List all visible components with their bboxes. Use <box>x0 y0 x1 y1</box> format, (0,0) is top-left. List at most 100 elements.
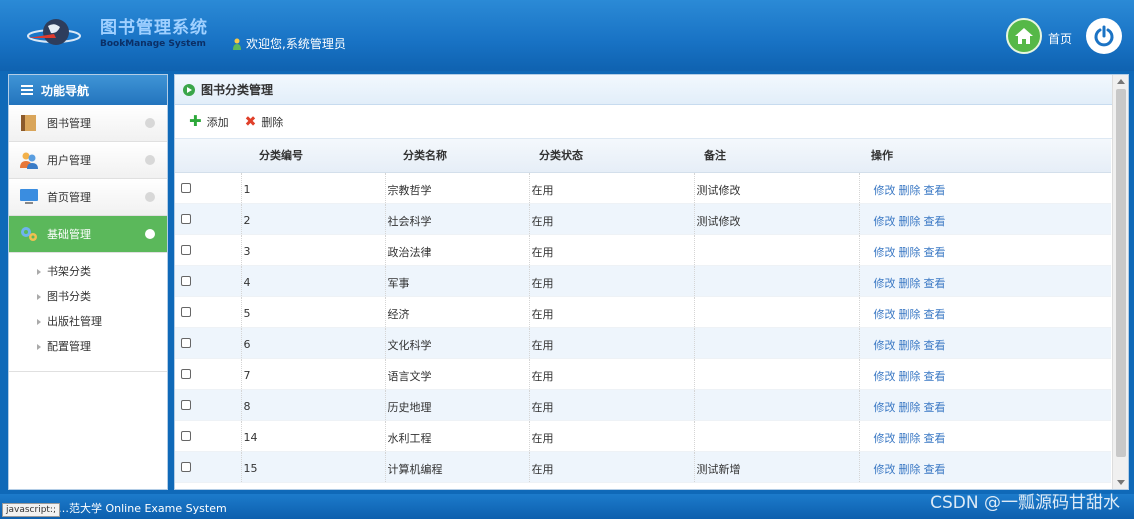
view-link[interactable]: 查看 <box>924 308 946 321</box>
row-checkbox[interactable] <box>181 245 191 255</box>
delete-link[interactable]: 删除 <box>899 339 921 352</box>
triangle-right-icon <box>37 268 41 275</box>
row-checkbox[interactable] <box>181 307 191 317</box>
delete-link[interactable]: 删除 <box>899 215 921 228</box>
row-checkbox[interactable] <box>181 276 191 286</box>
cell-name: 语言文学 <box>384 358 529 390</box>
submenu-label: 配置管理 <box>47 340 91 353</box>
column-header: 分类状态 <box>529 139 694 173</box>
category-table: 分类编号 分类名称 分类状态 备注 操作 1 宗教哲学 在用 测试修改 修改 删除 查看 2 社… <box>175 139 1111 483</box>
edit-link[interactable]: 修改 <box>874 184 896 197</box>
table-row: 3 政治法律 在用 修改 删除 查看 <box>175 234 1111 266</box>
cell-name: 计算机编程 <box>384 451 529 483</box>
chevron-right-icon <box>145 192 155 202</box>
cell-actions: 修改 删除 查看 <box>858 296 1111 328</box>
edit-link[interactable]: 修改 <box>874 432 896 445</box>
submenu-item-publisher[interactable]: 出版社管理 <box>37 309 167 334</box>
table-header-row: 分类编号 分类名称 分类状态 备注 操作 <box>175 139 1111 173</box>
row-checkbox-cell <box>175 451 241 483</box>
edit-link[interactable]: 修改 <box>874 308 896 321</box>
delete-link[interactable]: 删除 <box>899 308 921 321</box>
column-header: 分类编号 <box>241 139 385 173</box>
submenu-label: 图书分类 <box>47 290 91 303</box>
view-link[interactable]: 查看 <box>924 432 946 445</box>
table-row: 4 军事 在用 修改 删除 查看 <box>175 265 1111 297</box>
row-checkbox[interactable] <box>181 183 191 193</box>
cell-actions: 修改 删除 查看 <box>858 203 1111 235</box>
submenu-item-shelf-category[interactable]: 书架分类 <box>37 259 167 284</box>
view-link[interactable]: 查看 <box>924 401 946 414</box>
vertical-scrollbar[interactable] <box>1112 75 1128 489</box>
delete-link[interactable]: 删除 <box>899 432 921 445</box>
edit-link[interactable]: 修改 <box>874 215 896 228</box>
row-checkbox[interactable] <box>181 338 191 348</box>
sidebar-item-label: 图书管理 <box>47 117 91 130</box>
home-button[interactable] <box>1006 18 1042 54</box>
submenu-item-book-category[interactable]: 图书分类 <box>37 284 167 309</box>
welcome-label: 欢迎您,系统管理员 <box>246 37 346 51</box>
header-checkbox-cell <box>175 139 241 173</box>
delete-button[interactable]: ✖ 删除 <box>245 114 284 130</box>
cell-note <box>693 327 859 359</box>
cell-name: 水利工程 <box>384 420 529 452</box>
view-link[interactable]: 查看 <box>924 277 946 290</box>
view-link[interactable]: 查看 <box>924 246 946 259</box>
delete-link[interactable]: 删除 <box>899 370 921 383</box>
delete-link[interactable]: 删除 <box>899 184 921 197</box>
cell-note: 测试修改 <box>693 172 859 204</box>
users-icon <box>20 152 38 169</box>
edit-link[interactable]: 修改 <box>874 401 896 414</box>
main-panel: 图书分类管理 ✚ 添加 ✖ 删除 分类编号 分类名称 分类状态 备注 操作 1宗… <box>174 74 1129 490</box>
delete-link[interactable]: 删除 <box>899 463 921 476</box>
edit-link[interactable]: 修改 <box>874 370 896 383</box>
row-checkbox[interactable] <box>181 214 191 224</box>
cell-name: 历史地理 <box>384 389 529 421</box>
triangle-right-icon <box>37 318 41 325</box>
scroll-up-arrow-icon[interactable] <box>1117 79 1125 84</box>
row-checkbox[interactable] <box>181 431 191 441</box>
edit-link[interactable]: 修改 <box>874 463 896 476</box>
view-link[interactable]: 查看 <box>924 215 946 228</box>
view-link[interactable]: 查看 <box>924 339 946 352</box>
sidebar-item-homepage[interactable]: 首页管理 <box>9 179 167 216</box>
cell-actions: 修改 删除 查看 <box>858 234 1111 266</box>
edit-link[interactable]: 修改 <box>874 246 896 259</box>
view-link[interactable]: 查看 <box>924 463 946 476</box>
home-link[interactable]: 首页 <box>1048 30 1072 47</box>
cell-note <box>693 234 859 266</box>
row-checkbox[interactable] <box>181 400 191 410</box>
user-icon <box>233 38 241 50</box>
sidebar-item-users[interactable]: 用户管理 <box>9 142 167 179</box>
logout-button[interactable] <box>1086 18 1122 54</box>
view-link[interactable]: 查看 <box>924 370 946 383</box>
book-icon <box>21 115 36 131</box>
cell-name: 宗教哲学 <box>384 172 529 204</box>
row-checkbox[interactable] <box>181 369 191 379</box>
cell-id: 1 <box>240 172 385 204</box>
cell-actions: 修改 删除 查看 <box>858 451 1111 483</box>
sidebar-item-basic[interactable]: 基础管理 <box>9 216 167 253</box>
table-row: 1 宗教哲学 在用 测试修改 修改 删除 查看 <box>175 172 1111 204</box>
submenu-label: 出版社管理 <box>47 315 102 328</box>
cell-name: 社会科学 <box>384 203 529 235</box>
app-header: 图书管理系统 BookManage System 欢迎您,系统管理员 首页 <box>0 0 1134 71</box>
edit-link[interactable]: 修改 <box>874 277 896 290</box>
cell-id: 6 <box>240 327 385 359</box>
cell-status: 在用 <box>528 451 694 483</box>
scroll-down-arrow-icon[interactable] <box>1117 480 1125 485</box>
delete-link[interactable]: 删除 <box>899 277 921 290</box>
submenu-item-config[interactable]: 配置管理 <box>37 334 167 359</box>
cell-status: 在用 <box>528 203 694 235</box>
cell-status: 在用 <box>528 265 694 297</box>
delete-link[interactable]: 删除 <box>899 246 921 259</box>
cell-note <box>693 389 859 421</box>
add-button[interactable]: ✚ 添加 <box>189 114 229 130</box>
sidebar-item-books[interactable]: 图书管理 <box>9 105 167 142</box>
view-link[interactable]: 查看 <box>924 184 946 197</box>
scroll-thumb[interactable] <box>1116 89 1126 457</box>
chevron-right-icon <box>145 155 155 165</box>
edit-link[interactable]: 修改 <box>874 339 896 352</box>
delete-link[interactable]: 删除 <box>899 401 921 414</box>
cell-id: 8 <box>240 389 385 421</box>
row-checkbox[interactable] <box>181 462 191 472</box>
